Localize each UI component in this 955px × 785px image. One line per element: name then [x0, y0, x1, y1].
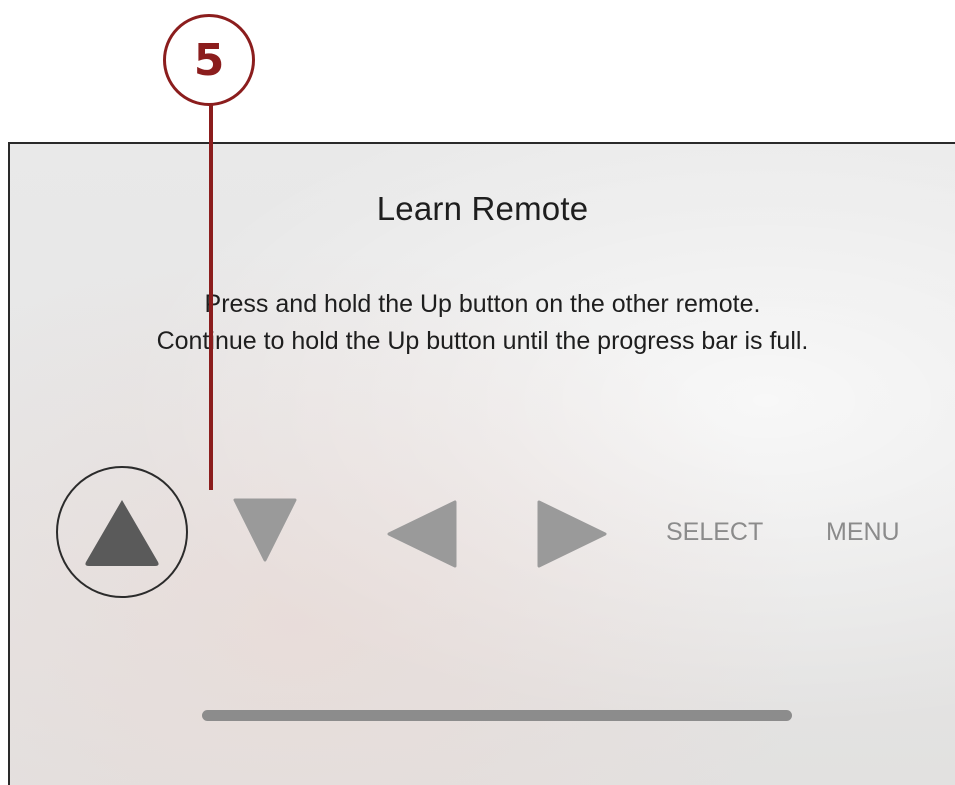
- callout-badge: 5: [163, 14, 255, 106]
- instruction-line-2: Continue to hold the Up button until the…: [156, 327, 809, 355]
- page: Learn Remote Press and hold the Up butto…: [0, 0, 955, 785]
- callout-line: [209, 104, 213, 490]
- remote-button-row: SELECT MENU: [10, 464, 955, 604]
- right-button[interactable]: [532, 494, 612, 574]
- down-button[interactable]: [230, 494, 300, 564]
- progress-bar: [202, 710, 792, 721]
- up-button[interactable]: [56, 466, 188, 598]
- down-triangle-icon: [233, 498, 297, 562]
- menu-button[interactable]: MENU: [826, 512, 900, 552]
- instructions: Press and hold the Up button on the othe…: [10, 286, 955, 360]
- select-button[interactable]: SELECT: [666, 512, 763, 552]
- left-button[interactable]: [382, 494, 462, 574]
- left-triangle-icon: [387, 500, 457, 568]
- instruction-line-1: Press and hold the Up button on the othe…: [204, 290, 761, 318]
- tv-screen: Learn Remote Press and hold the Up butto…: [8, 142, 955, 785]
- page-title: Learn Remote: [376, 190, 589, 227]
- right-triangle-icon: [537, 500, 607, 568]
- up-triangle-icon: [85, 500, 159, 566]
